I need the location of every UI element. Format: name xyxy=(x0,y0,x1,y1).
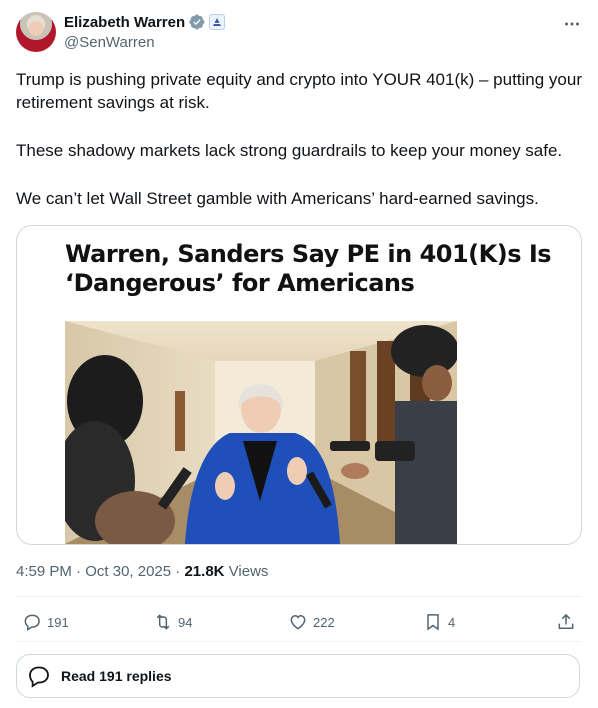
repost-count: 94 xyxy=(178,614,193,630)
repost-icon xyxy=(156,614,170,630)
media-photo xyxy=(65,321,457,544)
author-handle[interactable]: @SenWarren xyxy=(64,34,155,51)
bookmark-icon xyxy=(427,614,439,631)
media-card[interactable]: Warren, Sanders Say PE in 401(K)s Is ‘Da… xyxy=(16,225,582,545)
avatar[interactable] xyxy=(16,12,56,52)
divider xyxy=(16,641,582,642)
read-replies-button[interactable]: Read 191 replies xyxy=(16,654,580,698)
tweet-text: Trump is pushing private equity and cryp… xyxy=(16,68,582,210)
views-count: 21.8K xyxy=(184,563,225,580)
reply-count: 191 xyxy=(47,614,69,630)
reply-button[interactable]: 191 xyxy=(22,607,69,637)
tweet-meta: 4:59 PM · Oct 30, 2025 · 21.8K Views xyxy=(16,563,268,580)
author-display-name[interactable]: Elizabeth Warren xyxy=(64,14,185,31)
like-count: 222 xyxy=(313,614,335,630)
reply-icon xyxy=(24,614,40,631)
tweet-date[interactable]: Oct 30, 2025 xyxy=(85,563,171,580)
divider xyxy=(16,596,582,597)
repost-button[interactable]: 94 xyxy=(153,607,192,637)
avatar-face xyxy=(29,21,43,36)
bookmark-count: 4 xyxy=(448,614,456,630)
action-bar: 191 94 222 4 xyxy=(16,607,582,637)
senate-affiliation-icon xyxy=(209,14,226,30)
author-name-row: Elizabeth Warren xyxy=(64,13,226,31)
verified-badge-icon xyxy=(189,14,205,30)
more-icon[interactable] xyxy=(560,12,584,36)
media-headline-line: Warren, Sanders Say PE in 401(K)s Is xyxy=(65,240,552,268)
like-icon xyxy=(290,614,306,630)
share-icon xyxy=(558,613,574,629)
bookmark-button[interactable]: 4 xyxy=(423,607,455,637)
tweet-paragraph: We can’t let Wall Street gamble with Ame… xyxy=(16,189,539,208)
tweet-time[interactable]: 4:59 PM xyxy=(16,563,72,580)
meta-separator: · xyxy=(76,563,82,580)
tweet-paragraph: Trump is pushing private equity and cryp… xyxy=(16,70,583,112)
views-label: Views xyxy=(228,563,269,580)
media-headline-line: ‘Dangerous’ for Americans xyxy=(65,269,415,297)
share-button[interactable] xyxy=(556,607,576,637)
speech-bubbles-icon xyxy=(29,666,49,688)
like-button[interactable]: 222 xyxy=(288,607,335,637)
media-headline: Warren, Sanders Say PE in 401(K)s Is ‘Da… xyxy=(65,240,565,298)
tweet-paragraph: These shadowy markets lack strong guardr… xyxy=(16,141,563,160)
read-replies-label: Read 191 replies xyxy=(61,668,172,684)
meta-separator: · xyxy=(175,563,181,580)
